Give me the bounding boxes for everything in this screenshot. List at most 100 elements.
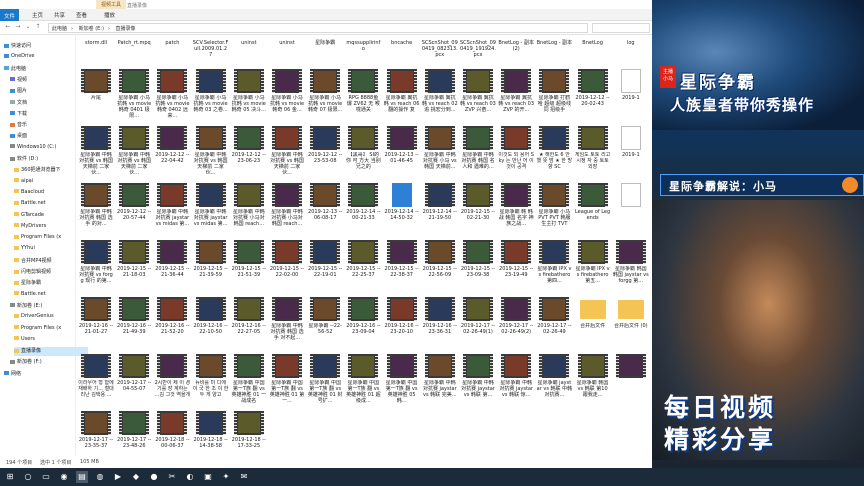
file-item[interactable]: 2019-12-16 --23-20-10: [384, 294, 420, 356]
file-item[interactable]: 2019-12-15 --22-25-37: [345, 237, 381, 299]
file-item[interactable]: 星际争霸 韩国 韩国 jaystar vs forgg 第...: [613, 237, 649, 299]
file-item[interactable]: 2019-12-18 --14-38-58: [193, 408, 229, 456]
file-item[interactable]: 星际争霸 中韩对抗赛 小马 vs 韩国 天梯前...: [422, 123, 458, 185]
file-item-label[interactable]: uninst: [231, 40, 267, 46]
nav-item[interactable]: 下载: [10, 110, 84, 119]
recent-chevron-icon[interactable]: ⌄: [24, 23, 32, 32]
file-item[interactable]: 2019-12-15 --22-38-37: [384, 237, 420, 299]
file-item[interactable]: 2019-12-15 --21-18-03: [116, 237, 152, 299]
file-item[interactable]: 星际争霸 中国第一T族 翻 vs 英雄神胜 01 第一...: [269, 351, 305, 413]
file-item[interactable]: 星际争霸 中韩对抗赛 jaystar vs 韩联 惊...: [498, 351, 534, 413]
file-item[interactable]: 2019-12-14 --14-50-32: [384, 180, 420, 242]
file-item[interactable]: 星际争霸 小马抗韩 vs movie韩奇 06 金...: [269, 66, 305, 128]
file-item[interactable]: 2시반이 제 이 경기를 장 계하는 ...김 그것 역을개: [154, 351, 190, 413]
file-item[interactable]: 2019-12-15 --22-19-01: [307, 237, 343, 299]
tab-play[interactable]: 播放: [104, 11, 115, 19]
file-item[interactable]: 2019-12-16 --23-09-04: [345, 294, 381, 356]
file-item[interactable]: League of Legends: [575, 180, 611, 242]
file-item[interactable]: 星际争霸 中韩对抗赛 韩国 名人和 遇难的...: [460, 123, 496, 185]
file-item[interactable]: 2019-12-18 --00-06-37: [154, 408, 190, 456]
file-item[interactable]: 星际争霸 中韩对抗赛 小马对韩国 reach...: [231, 180, 267, 242]
file-item[interactable]: 이것도 되 용어 Sky 는 만난 어 이것이 공격: [498, 123, 534, 185]
file-item[interactable]: [613, 180, 649, 242]
file-item[interactable]: 星际争霸 中韩对抗赛 韩国 选手 对不起...: [269, 294, 305, 356]
browser-icon[interactable]: ◉: [58, 471, 70, 483]
file-item[interactable]: 2019-12-15 --23-09-38: [460, 237, 496, 299]
file-item[interactable]: 合并后文件: [575, 294, 611, 356]
file-item[interactable]: 【黑哥】 SI的你 可 方大 当别 兄之的: [345, 123, 381, 185]
file-item[interactable]: 2019-12-18 --17-33-25: [231, 408, 267, 456]
file-item-label[interactable]: storm.dll: [78, 40, 114, 46]
file-item[interactable]: 星际争霸 中韩对抗赛 jaystar vs midas 第...: [193, 180, 229, 242]
file-item[interactable]: 片尾: [78, 66, 114, 128]
file-item-label[interactable]: bncache: [384, 40, 420, 46]
file-item[interactable]: 2019-12-14 --00-21-33: [345, 180, 381, 242]
qq-icon[interactable]: ◐: [184, 471, 196, 483]
file-item[interactable]: 2019-12-12 --23-06-23: [231, 123, 267, 185]
nav-item[interactable]: 视频: [10, 76, 84, 85]
breadcrumb[interactable]: 此电脑 › 新加卷 (E:) › 直播录像: [48, 23, 588, 33]
file-item[interactable]: 星际争霸 韩 韩战 韩国 名字 神族之战...: [498, 180, 534, 242]
file-item[interactable]: 星际争霸 中国第一T族 翻 vs 英雄神胜 01 超级成...: [345, 351, 381, 413]
video-editor-icon[interactable]: ✂: [166, 471, 178, 483]
explorer-icon[interactable]: ▤: [76, 471, 88, 483]
file-item[interactable]: 星际争霸 小马抗韩 vs movie韩奇 03 之卷...: [193, 66, 229, 128]
file-item[interactable]: 게임도 토토 리고 시정 자 중 토토 외장: [575, 123, 611, 185]
file-item[interactable]: 星际争霸 中韩对抗赛 vs 韩国天梯前 二家伙...: [78, 123, 114, 185]
file-item[interactable]: 星际争霸 中韩对抗赛 vs 韩国天梯前 二家伙...: [193, 123, 229, 185]
nav-item[interactable]: 文档: [10, 99, 84, 108]
tab-view[interactable]: 查看: [76, 11, 87, 19]
file-item[interactable]: 星际争霸 翼抗韩 vs reach 06 翻的操作 复: [384, 66, 420, 128]
up-arrow-icon[interactable]: ↑: [34, 23, 42, 32]
file-item[interactable]: 星际争霸 翼抗韩 vs reach 03 ZVP 的开...: [498, 66, 534, 128]
file-item[interactable]: 2019-12-17 --02-26-49(1): [460, 294, 496, 356]
nav-item[interactable]: 合并MP4视频: [14, 257, 88, 266]
chat-icon[interactable]: ✉: [238, 471, 250, 483]
file-item-label[interactable]: log: [613, 40, 649, 46]
back-arrow-icon[interactable]: ←: [4, 23, 12, 32]
starcraft-icon[interactable]: ✦: [220, 471, 232, 483]
nav-item[interactable]: GTarcade: [14, 212, 88, 221]
tab-home[interactable]: 主页: [32, 11, 43, 19]
file-item[interactable]: 이라우어 형 합에 재배하 기... 철대리난 김택용 ...: [78, 351, 114, 413]
file-item[interactable]: 星际争霸 IPX vs firebathero 第四...: [536, 237, 572, 299]
file-item[interactable]: 星际争霸 翼抗韩 vs reach 03 ZVP 兴奋...: [460, 66, 496, 128]
file-item[interactable]: 星际争霸 jaystar vs 韩联 中韩对抗赛...: [536, 351, 572, 413]
file-item[interactable]: 星际争霸 小马抗韩 vs movie韩奇 07 极限...: [307, 66, 343, 128]
nav-item[interactable]: 新加卷 (F:): [10, 358, 84, 367]
nav-item[interactable]: 直播录像: [14, 347, 88, 357]
file-item[interactable]: RPG 8888鱼 爆 ZV62 无 喉咙通关: [345, 66, 381, 128]
nav-item[interactable]: Program Files (x: [14, 325, 88, 334]
breadcrumb-this-pc[interactable]: 此电脑: [52, 26, 67, 32]
file-item-label[interactable]: BnetLog: [575, 40, 611, 46]
file-item[interactable]: 星际争霸 中韩对抗赛 vs forgg 现行 的第...: [78, 237, 114, 299]
folder-app-icon[interactable]: ▣: [202, 471, 214, 483]
file-item-label[interactable]: BnetLog - 副本: [536, 40, 573, 46]
nav-item[interactable]: 软件 (D:): [10, 155, 84, 164]
nav-item[interactable]: 360把通浏览器下: [14, 166, 88, 175]
file-item[interactable]: 2019-12-12 --23-53-08: [307, 123, 343, 185]
file-item[interactable]: 星际争霸 小马 PVT PVT 韩服生主打 TVT: [536, 180, 572, 242]
file-item[interactable]: 星际争霸 --22-56-52: [307, 294, 343, 356]
file-item-label[interactable]: patch: [154, 40, 190, 46]
file-item[interactable]: 2019-12-16 --21-52-20: [154, 294, 190, 356]
file-item-label[interactable]: SCScnShot_090419_082313.pcx: [422, 40, 458, 58]
file-item[interactable]: 星际争霸 中韩对抗赛 vs 韩国天梯前 二家伙...: [269, 123, 305, 185]
file-item[interactable]: 星际争霸 中国第一T族 翻 vs 英雄神胜 01 一战成名: [231, 351, 267, 413]
nav-item[interactable]: Battle.net: [14, 200, 88, 209]
file-item-label[interactable]: 星际争霸: [307, 40, 343, 46]
file-item[interactable]: 星际争霸 IPX vs firebathero 第五...: [575, 237, 611, 299]
nav-item[interactable]: YYhui: [14, 245, 88, 254]
nav-item[interactable]: Program Files (x: [14, 234, 88, 243]
file-item[interactable]: 2019-12-12 --20-57-44: [116, 180, 152, 242]
file-item[interactable]: 2019-12-13 --06-08-17: [307, 180, 343, 242]
file-item[interactable]: 2019-1: [613, 123, 649, 185]
nav-item[interactable]: OneDrive: [4, 53, 78, 62]
breadcrumb-drive-e[interactable]: 新加卷 (E:): [79, 26, 104, 32]
file-item-label[interactable]: SCV.Selector.Full.2009.01.27: [193, 40, 229, 58]
file-item[interactable]: 2019-12-16 --21-01-27: [78, 294, 114, 356]
file-item[interactable]: 星际争霸 中韩对抗赛 jaystar vs 韩联 完美...: [422, 351, 458, 413]
file-item[interactable]: 2019-12-16 --23-36-31: [422, 294, 458, 356]
nav-item[interactable]: 桌面: [10, 132, 84, 141]
file-item[interactable]: 2019-1: [613, 66, 649, 128]
